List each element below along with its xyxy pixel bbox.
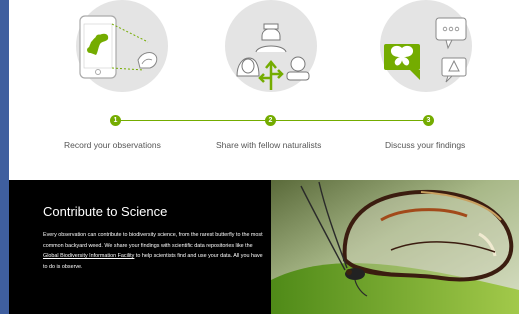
step-3-illustration: [380, 0, 472, 92]
step-1-number: 1: [110, 115, 121, 126]
phone-caterpillar-icon: [79, 15, 158, 79]
glasswing-butterfly-photo: [271, 180, 519, 314]
step-3-number: 3: [423, 115, 434, 126]
science-text-panel: Contribute to Science Every observation …: [9, 180, 271, 314]
science-body: Every observation can contribute to biod…: [43, 230, 265, 272]
people-share-icon: [236, 23, 310, 90]
step-1-label: Record your observations: [64, 140, 161, 150]
gbif-link[interactable]: Global Biodiversity Information Facility: [43, 253, 134, 259]
contribute-to-science-section: Contribute to Science Every observation …: [9, 180, 519, 314]
butterfly-photo: [271, 180, 519, 314]
science-title: Contribute to Science: [43, 204, 168, 219]
step-2-illustration: [225, 0, 317, 92]
chat-butterfly-icon: [384, 17, 467, 83]
step-2-label: Share with fellow naturalists: [216, 140, 322, 150]
step-1-illustration: [76, 0, 168, 92]
step-2-number: 2: [265, 115, 276, 126]
science-body-text-1: Every observation can contribute to biod…: [43, 232, 263, 249]
how-it-works-section: 1 2 3 Record your observations Share wit…: [9, 0, 519, 180]
step-3-label: Discuss your findings: [385, 140, 466, 150]
